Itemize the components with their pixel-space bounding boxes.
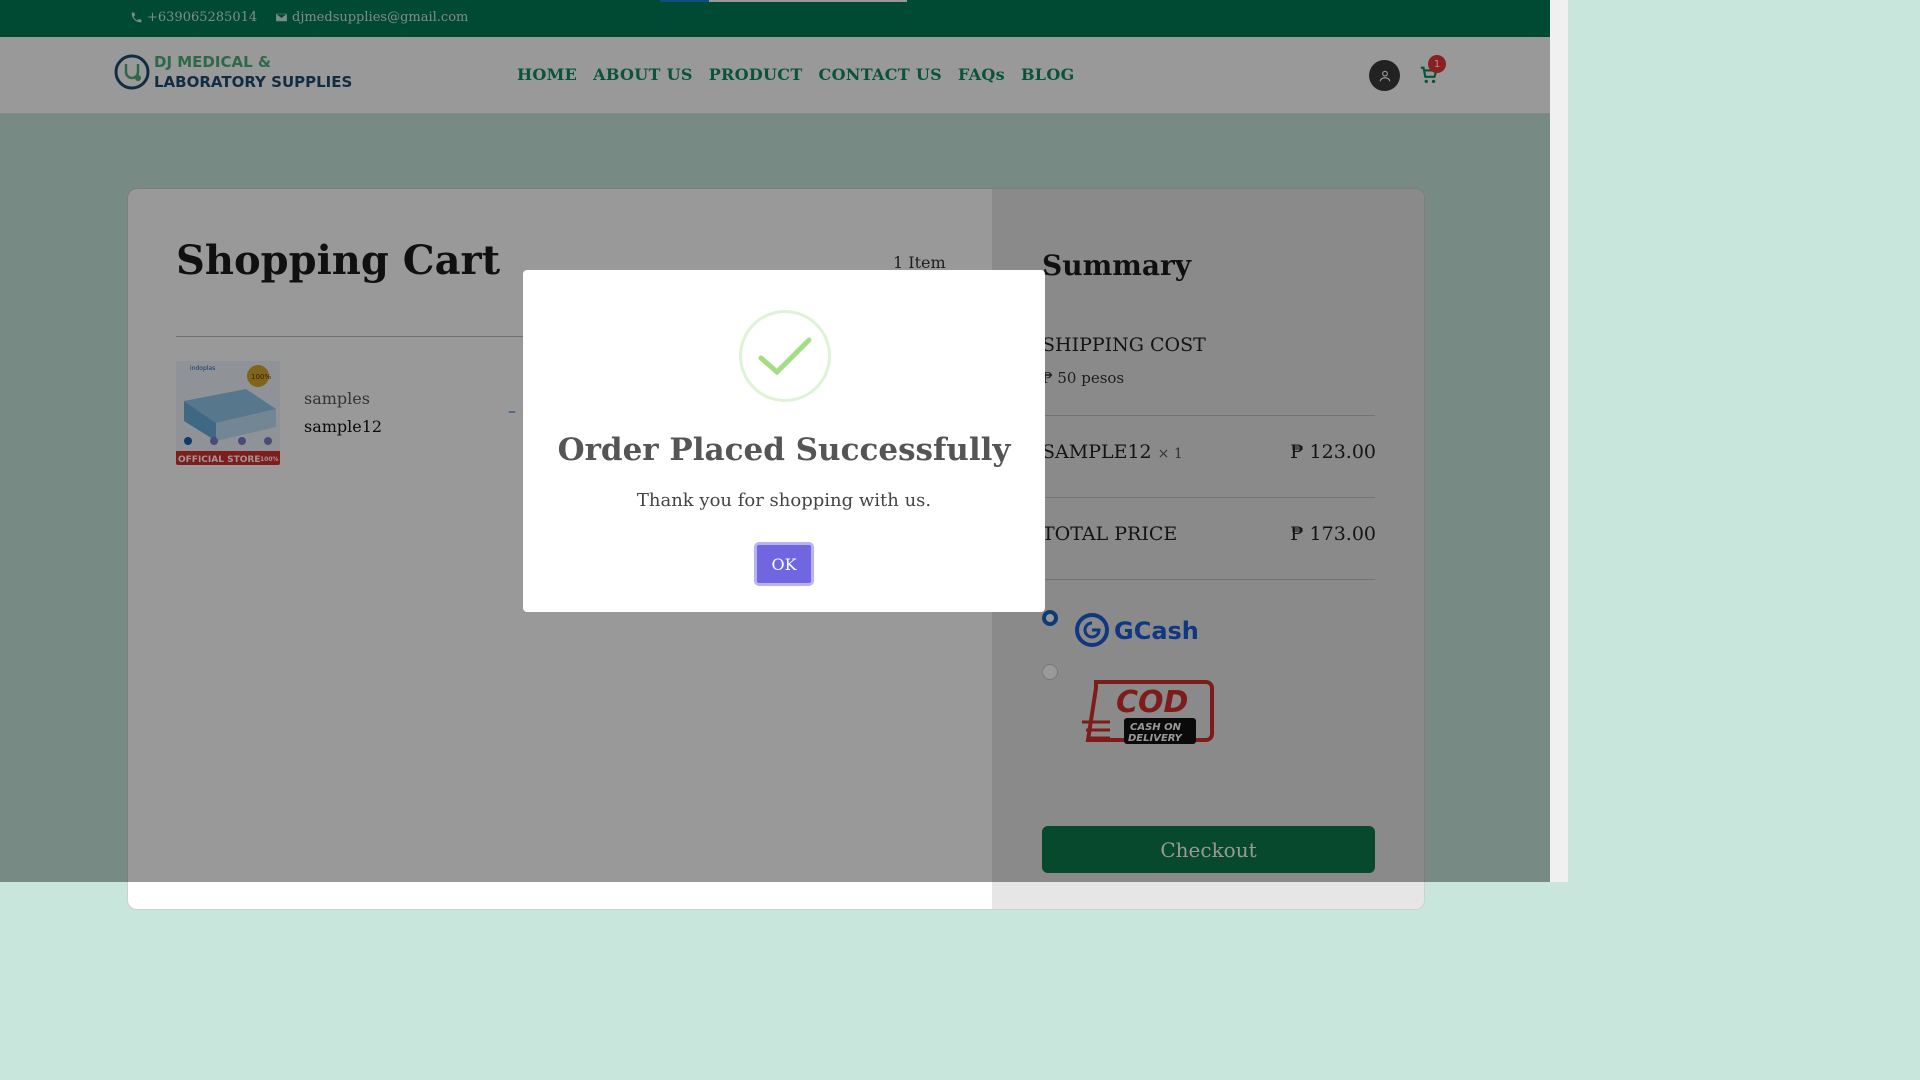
ok-button[interactable]: OK	[754, 542, 814, 586]
dialog-message: Thank you for shopping with us.	[636, 490, 932, 511]
success-check-icon	[758, 337, 812, 376]
success-dialog: Order Placed Successfully Thank you for …	[523, 270, 1045, 612]
dialog-title: Order Placed Successfully	[557, 432, 1011, 468]
page-scrollbar[interactable]	[1550, 0, 1568, 882]
success-check-ring	[739, 310, 831, 402]
